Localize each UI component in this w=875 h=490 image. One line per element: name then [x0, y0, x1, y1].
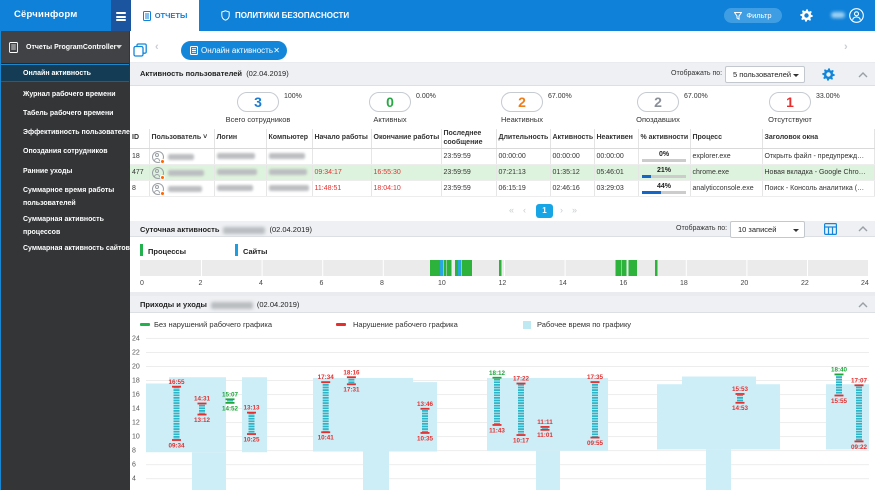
svg-text:12: 12 — [132, 420, 140, 427]
svg-text:17:35: 17:35 — [587, 374, 604, 381]
svg-text:18:16: 18:16 — [343, 369, 360, 376]
svg-text:10:17: 10:17 — [513, 437, 530, 444]
svg-text:17:07: 17:07 — [851, 377, 868, 384]
svg-text:20: 20 — [132, 364, 140, 371]
svg-text:17:31: 17:31 — [343, 387, 360, 394]
svg-text:11:11: 11:11 — [537, 419, 553, 426]
svg-text:0: 0 — [140, 280, 144, 287]
svg-text:17:34: 17:34 — [318, 374, 335, 381]
svg-text:18: 18 — [132, 378, 140, 385]
svg-text:15:53: 15:53 — [732, 386, 749, 393]
svg-text:4: 4 — [259, 280, 263, 287]
svg-text:13:12: 13:12 — [194, 417, 211, 424]
svg-text:09:22: 09:22 — [851, 444, 868, 451]
svg-text:14:52: 14:52 — [222, 405, 239, 412]
svg-text:14:53: 14:53 — [732, 405, 749, 412]
svg-text:22: 22 — [801, 280, 809, 287]
svg-text:18:40: 18:40 — [831, 367, 848, 374]
svg-text:4: 4 — [132, 476, 136, 483]
svg-text:2: 2 — [199, 280, 203, 287]
svg-text:18: 18 — [680, 280, 688, 287]
svg-text:11:43: 11:43 — [489, 427, 505, 434]
svg-text:20: 20 — [741, 280, 749, 287]
svg-text:22: 22 — [132, 349, 140, 356]
svg-text:10:25: 10:25 — [243, 436, 260, 443]
svg-text:18:12: 18:12 — [489, 370, 506, 377]
svg-text:24: 24 — [861, 280, 869, 287]
svg-text:09:34: 09:34 — [168, 442, 185, 449]
svg-text:14: 14 — [559, 280, 567, 287]
svg-text:12: 12 — [499, 280, 507, 287]
svg-text:10:41: 10:41 — [318, 435, 335, 442]
svg-text:15:55: 15:55 — [831, 398, 848, 405]
svg-text:8: 8 — [380, 280, 384, 287]
svg-text:14:31: 14:31 — [194, 396, 211, 403]
svg-text:13:46: 13:46 — [417, 401, 434, 408]
svg-text:11:01: 11:01 — [537, 432, 553, 439]
svg-text:16: 16 — [620, 280, 628, 287]
svg-text:8: 8 — [132, 448, 136, 455]
svg-text:6: 6 — [132, 462, 136, 469]
svg-text:09:55: 09:55 — [587, 440, 604, 447]
svg-text:10: 10 — [438, 280, 446, 287]
svg-text:10:35: 10:35 — [417, 435, 434, 442]
svg-text:24: 24 — [132, 335, 140, 342]
svg-text:14: 14 — [132, 406, 140, 413]
svg-text:16:55: 16:55 — [168, 379, 185, 386]
svg-text:13:13: 13:13 — [243, 405, 260, 412]
svg-text:6: 6 — [320, 280, 324, 287]
svg-text:17:22: 17:22 — [513, 376, 530, 383]
svg-text:15:07: 15:07 — [222, 391, 239, 398]
svg-text:10: 10 — [132, 434, 140, 441]
svg-text:16: 16 — [132, 392, 140, 399]
